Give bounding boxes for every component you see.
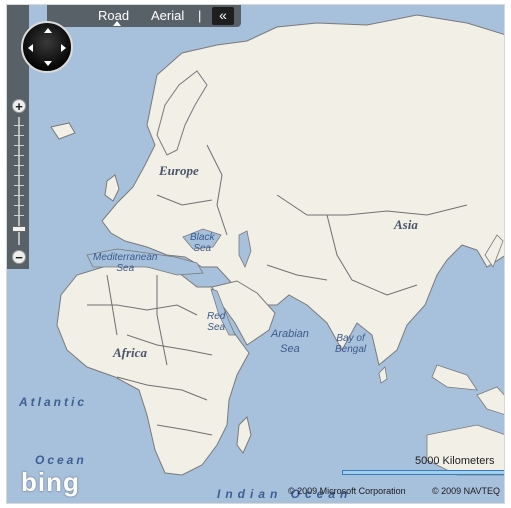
label-mediterranean-sea: Mediterranean Sea xyxy=(93,252,158,274)
map-canvas[interactable]: Europe Asia Africa Black Sea Mediterranea… xyxy=(6,4,505,504)
active-tab-caret xyxy=(113,21,121,26)
label-arabian-sea: Arabian Sea xyxy=(271,328,309,355)
label-bay-of-bengal: Bay of Bengal xyxy=(335,333,367,355)
bing-logo: bing xyxy=(21,467,80,497)
uk-landmass xyxy=(104,174,120,202)
label-asia: Asia xyxy=(394,217,418,232)
copyright-microsoft: © 2009 Microsoft Corporation xyxy=(288,486,406,496)
map-style-bar: Road Aerial | « xyxy=(47,5,241,27)
label-black-sea: Black Sea xyxy=(190,232,215,254)
pan-right-icon[interactable] xyxy=(61,44,66,52)
label-europe: Europe xyxy=(159,163,199,178)
zoom-slider-handle[interactable] xyxy=(12,226,26,232)
label-red-sea: Red Sea xyxy=(207,311,226,333)
iceland-landmass xyxy=(50,122,76,140)
pan-up-icon[interactable] xyxy=(44,28,52,33)
australia-landmass xyxy=(426,424,504,476)
zoom-in-button[interactable]: + xyxy=(12,99,26,113)
double-chevron-left-icon: « xyxy=(219,7,227,23)
scale-bar xyxy=(342,470,504,475)
tab-aerial[interactable]: Aerial xyxy=(151,8,184,23)
label-atlantic: Atlantic xyxy=(19,395,88,409)
map-land-layer xyxy=(50,14,504,476)
tab-separator: | xyxy=(198,8,202,23)
copyright-navteq: © 2009 NAVTEQ xyxy=(432,486,500,496)
pan-compass-icon[interactable] xyxy=(21,21,73,73)
zoom-out-button[interactable]: − xyxy=(12,250,26,264)
collapse-button[interactable]: « xyxy=(212,7,234,25)
label-ocean: Ocean xyxy=(35,453,87,467)
madagascar-landmass xyxy=(236,416,252,454)
pan-left-icon[interactable] xyxy=(28,44,33,52)
pan-down-icon[interactable] xyxy=(44,61,52,66)
label-africa: Africa xyxy=(113,345,147,360)
scale-label: 5000 Kilometers xyxy=(415,455,495,467)
